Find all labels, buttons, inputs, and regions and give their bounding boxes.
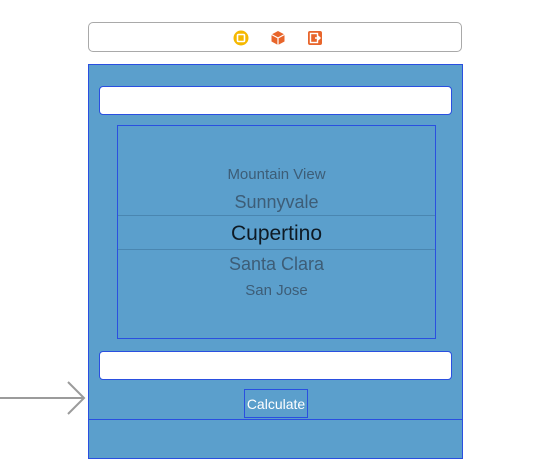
city-picker[interactable]: Mountain View Sunnyvale Cupertino Santa … xyxy=(117,125,436,339)
entry-point-arrow-icon xyxy=(0,381,86,415)
view-controller-icon[interactable] xyxy=(233,30,249,46)
bottom-bar-divider xyxy=(89,419,462,420)
scene-dock xyxy=(88,22,462,52)
picker-item[interactable]: San Jose xyxy=(118,282,435,299)
picker-selection-top-line xyxy=(118,215,435,216)
bottom-text-field[interactable] xyxy=(99,351,452,380)
calculate-button[interactable]: Calculate xyxy=(244,389,308,418)
first-responder-icon[interactable] xyxy=(270,30,286,46)
picker-item[interactable]: Mountain View xyxy=(118,166,435,183)
view-controller-view[interactable]: Mountain View Sunnyvale Cupertino Santa … xyxy=(88,64,463,459)
top-text-field[interactable] xyxy=(99,86,452,115)
picker-item[interactable]: Santa Clara xyxy=(118,254,435,275)
exit-icon[interactable] xyxy=(307,30,323,46)
picker-item[interactable]: Sunnyvale xyxy=(118,192,435,213)
picker-selection-bottom-line xyxy=(118,249,435,250)
picker-selected-item[interactable]: Cupertino xyxy=(118,222,435,246)
